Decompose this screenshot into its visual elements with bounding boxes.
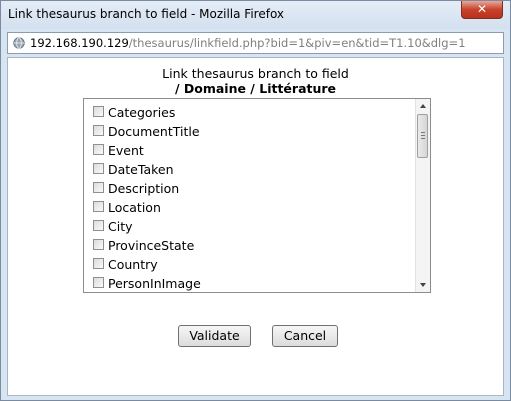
list-item[interactable]: Location [93, 200, 414, 219]
dialog-content: Link thesaurus branch to field / Domaine… [7, 57, 504, 396]
list-item[interactable]: DateTaken [93, 162, 414, 181]
browser-popup-window: Link thesaurus branch to field - Mozilla… [0, 0, 511, 401]
grip-line [421, 138, 425, 139]
dialog-heading: Link thesaurus branch to field [162, 66, 349, 81]
field-checkbox[interactable] [93, 182, 104, 193]
branch-path: / Domaine / Littérature [174, 81, 337, 96]
cancel-button[interactable]: Cancel [272, 325, 338, 347]
field-checkbox[interactable] [93, 144, 104, 155]
field-checkbox[interactable] [93, 125, 104, 136]
url-host: 192.168.190.129 [30, 36, 129, 50]
field-list-items: Categories DocumentTitle Event DateTaken… [93, 105, 414, 292]
grip-line [421, 135, 425, 136]
window-title: Link thesaurus branch to field - Mozilla… [8, 7, 285, 21]
field-checkbox[interactable] [93, 106, 104, 117]
list-item[interactable]: Description [93, 181, 414, 200]
field-checkbox[interactable] [93, 220, 104, 231]
field-label: Country [108, 257, 158, 272]
list-item[interactable]: City [93, 219, 414, 238]
close-icon: ✕ [476, 2, 488, 16]
address-bar[interactable]: 192.168.190.129/thesaurus/linkfield.php?… [7, 32, 504, 54]
grip-line [421, 132, 425, 133]
field-checkbox[interactable] [93, 239, 104, 250]
list-item[interactable]: DocumentTitle [93, 124, 414, 143]
list-item[interactable]: Event [93, 143, 414, 162]
list-item[interactable]: PersonInImage [93, 276, 414, 292]
field-label: Categories [108, 105, 176, 120]
arrow-up-icon [420, 104, 426, 108]
list-item[interactable]: Categories [93, 105, 414, 124]
field-label: Description [108, 181, 180, 196]
url-path: /thesaurus/linkfield.php?bid=1&piv=en&ti… [128, 36, 466, 50]
url-text: 192.168.190.129/thesaurus/linkfield.php?… [30, 36, 466, 50]
field-label: City [108, 219, 133, 234]
field-label: ProvinceState [108, 238, 195, 253]
validate-button[interactable]: Validate [178, 325, 251, 347]
field-label: DateTaken [108, 162, 174, 177]
close-button[interactable]: ✕ [461, 1, 503, 19]
scroll-down-button[interactable] [416, 278, 430, 292]
field-label: Location [108, 200, 161, 215]
field-label: Event [108, 143, 144, 158]
field-checkbox[interactable] [93, 201, 104, 212]
field-list[interactable]: Categories DocumentTitle Event DateTaken… [83, 98, 431, 293]
field-label: PersonInImage [108, 276, 201, 291]
field-label: DocumentTitle [108, 124, 200, 139]
field-checkbox[interactable] [93, 163, 104, 174]
vertical-scrollbar[interactable] [415, 99, 430, 292]
scroll-thumb[interactable] [417, 114, 428, 158]
title-bar[interactable]: Link thesaurus branch to field - Mozilla… [1, 1, 510, 29]
list-item[interactable]: Country [93, 257, 414, 276]
field-checkbox[interactable] [93, 258, 104, 269]
scroll-up-button[interactable] [416, 99, 430, 113]
arrow-down-icon [420, 283, 426, 287]
list-item[interactable]: ProvinceState [93, 238, 414, 257]
globe-icon [13, 37, 25, 49]
field-checkbox[interactable] [93, 277, 104, 288]
